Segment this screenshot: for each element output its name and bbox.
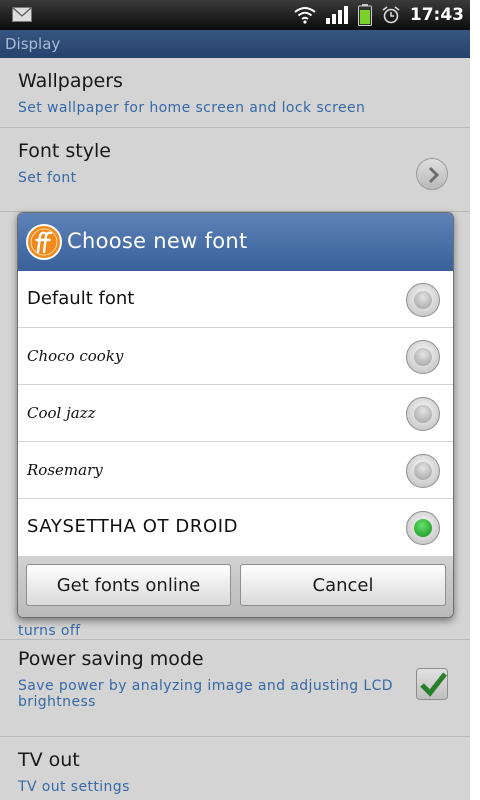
font-option-default[interactable]: Default font (18, 271, 453, 328)
radio-button[interactable] (406, 397, 440, 431)
font-option-label: SAYSETTHA OT DROID (27, 516, 239, 537)
font-option-label: Default font (27, 288, 135, 309)
font-option-choco-cooky[interactable]: Choco cooky (18, 328, 453, 385)
clock: 17:43 (409, 5, 464, 25)
font-option-label: Rosemary (27, 461, 103, 479)
status-bar: 17:43 (0, 0, 470, 30)
radio-button-selected[interactable] (406, 511, 440, 545)
status-icons: 17:43 (294, 0, 464, 30)
get-fonts-online-button[interactable]: Get fonts online (26, 564, 231, 606)
radio-button[interactable] (406, 340, 440, 374)
battery-icon (357, 4, 372, 26)
mail-icon (12, 7, 32, 22)
font-option-saysettha[interactable]: SAYSETTHA OT DROID (18, 499, 453, 556)
screen-edge (470, 0, 480, 800)
font-option-cool-jazz[interactable]: Cool jazz (18, 385, 453, 442)
radio-button[interactable] (406, 283, 440, 317)
alarm-icon (382, 6, 400, 24)
dialog-footer: Get fonts online Cancel (18, 556, 453, 617)
font-app-logo-icon (26, 224, 62, 260)
font-option-label: Choco cooky (27, 347, 124, 365)
dialog-title: Choose new font (67, 229, 248, 253)
radio-button[interactable] (406, 454, 440, 488)
cancel-button[interactable]: Cancel (240, 564, 446, 606)
choose-font-dialog: Choose new font Default font Choco cooky… (17, 212, 454, 618)
font-option-rosemary[interactable]: Rosemary (18, 442, 453, 499)
wifi-icon (294, 7, 316, 24)
font-option-label: Cool jazz (27, 404, 96, 422)
dialog-header: Choose new font (18, 213, 453, 271)
signal-icon (325, 6, 348, 24)
